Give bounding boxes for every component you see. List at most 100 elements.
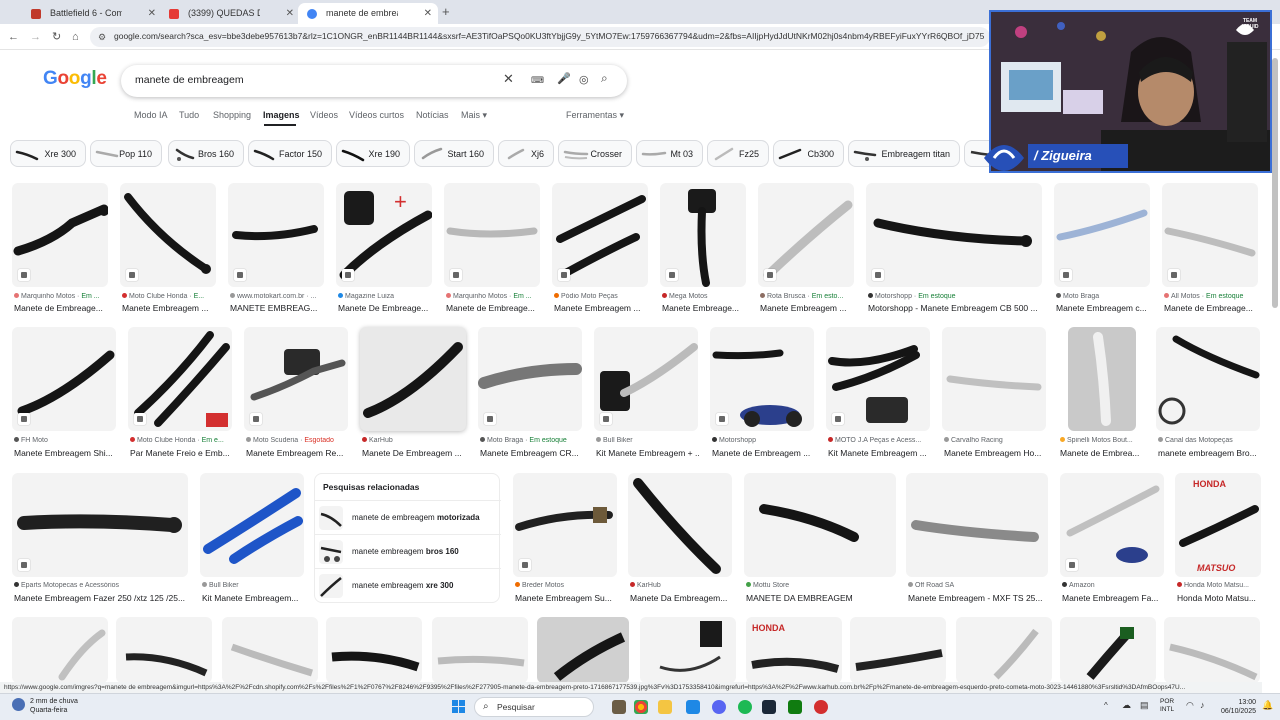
network-icon[interactable]: ▤ — [1140, 700, 1149, 711]
result-image[interactable] — [128, 327, 232, 431]
result-caption[interactable]: Kit Manete Embreagem ... — [828, 448, 932, 458]
filter-mais[interactable]: Mais ▾ — [461, 110, 487, 121]
result-source[interactable]: Honda Moto Matsu... — [1177, 582, 1263, 589]
result-caption[interactable]: Manete De Embreage... — [338, 303, 434, 313]
result-image[interactable] — [906, 473, 1048, 577]
result-caption[interactable]: Manete Da Embreagem... — [630, 593, 734, 603]
search-box[interactable]: manete de embreagem ✕ ⌨ 🎤 ◎ ⌕ — [121, 65, 627, 97]
result-source[interactable]: Mega Motos — [662, 293, 752, 300]
related-search-item[interactable]: manete de embreagem motorizada — [315, 500, 501, 534]
result-image[interactable]: HONDA MATSUO — [1175, 473, 1261, 577]
chip-embreagem-titan[interactable]: Embreagem titan — [848, 140, 960, 167]
result-caption[interactable]: Manete Embreagem c... — [1056, 303, 1152, 313]
chip-cb300[interactable]: Cb300 — [773, 140, 844, 167]
result-caption[interactable]: Manete Embreagem Su... — [515, 593, 619, 603]
recording-app-icon[interactable] — [814, 700, 828, 714]
chip-mt-03[interactable]: Mt 03 — [636, 140, 703, 167]
result-caption[interactable]: Manete de Embreage... — [14, 303, 114, 313]
result-image[interactable] — [942, 327, 1046, 431]
volume-icon[interactable]: ♪ — [1200, 700, 1205, 710]
result-caption[interactable]: Manete Embreagem Re... — [246, 448, 350, 458]
result-source[interactable]: Moto Braga — [1056, 293, 1152, 300]
store-icon[interactable] — [686, 700, 700, 714]
result-source[interactable]: FH Moto — [14, 437, 118, 444]
chrome-icon[interactable] — [634, 700, 648, 714]
result-caption[interactable]: Manete Embreagem Ho... — [944, 448, 1048, 458]
filter-videos[interactable]: Vídeos — [310, 110, 338, 120]
result-source[interactable]: Motorshopp · Em estoque — [868, 293, 1044, 300]
result-caption[interactable]: MANETE EMBREAG... — [230, 303, 326, 313]
result-source[interactable]: Marquinho Motos · Em ... — [446, 293, 542, 300]
result-caption[interactable]: Par Manete Freio e Emb... — [130, 448, 234, 458]
result-caption[interactable]: Manete Embreagem CR... — [480, 448, 584, 458]
chip-fz25[interactable]: Fz25 — [707, 140, 769, 167]
result-image[interactable] — [758, 183, 854, 287]
result-source[interactable]: KarHub — [630, 582, 734, 589]
chip-xre-300[interactable]: Xre 300 — [10, 140, 86, 167]
result-source[interactable]: Moto Clube Honda · Em e... — [130, 437, 234, 444]
wifi-icon[interactable]: ◠ — [1186, 700, 1194, 711]
filter-videos-curtos[interactable]: Vídeos curtos — [349, 110, 404, 120]
chip-factor-150[interactable]: Factor 150 — [248, 140, 332, 167]
result-source[interactable]: www.motokart.com.br · ... — [230, 293, 326, 300]
result-source[interactable]: Amazon — [1062, 582, 1166, 589]
result-caption[interactable]: Manete Embreage... — [662, 303, 752, 313]
result-image[interactable] — [1068, 327, 1136, 431]
result-image[interactable] — [1060, 617, 1156, 683]
result-image[interactable] — [432, 617, 528, 683]
result-image[interactable] — [850, 617, 946, 683]
close-icon[interactable]: ✕ — [424, 3, 432, 24]
home-icon[interactable]: ⌂ — [72, 30, 79, 44]
result-image[interactable] — [120, 183, 216, 287]
forward-icon[interactable]: → — [30, 30, 41, 44]
result-image[interactable] — [12, 183, 108, 287]
result-caption[interactable]: MANETE DA EMBREAGEM — [746, 593, 896, 603]
chip-crosser[interactable]: Crosser — [558, 140, 632, 167]
weather-widget[interactable]: 2 mm de chuva Quarta-feira — [12, 697, 78, 715]
result-image[interactable] — [1060, 473, 1164, 577]
result-source[interactable]: Bull Biker — [596, 437, 700, 444]
lens-icon[interactable]: ◎ — [579, 73, 589, 86]
result-image[interactable] — [1162, 183, 1258, 287]
filter-ferramentas[interactable]: Ferramentas ▾ — [566, 110, 624, 121]
clear-icon[interactable]: ✕ — [503, 71, 514, 87]
chip-xre-190[interactable]: Xre 190 — [336, 140, 410, 167]
result-image[interactable] — [326, 617, 422, 683]
spotify-icon[interactable] — [738, 700, 752, 714]
result-source[interactable]: Pódio Moto Peças — [554, 293, 650, 300]
windows-start-icon[interactable] — [452, 700, 465, 713]
reload-icon[interactable]: ↻ — [52, 30, 61, 44]
result-image[interactable] — [628, 473, 732, 577]
search-input[interactable]: manete de embreagem — [135, 74, 244, 86]
page-scrollbar[interactable] — [1272, 58, 1278, 308]
result-image[interactable] — [640, 617, 736, 683]
result-caption[interactable]: Manete Embreagem Shi... — [14, 448, 118, 458]
result-image[interactable] — [660, 183, 746, 287]
result-image[interactable] — [866, 183, 1042, 287]
result-image[interactable] — [1156, 327, 1260, 431]
result-caption[interactable]: Motorshopp - Manete Embreagem CB 500 ... — [868, 303, 1044, 313]
result-source[interactable]: Marquinho Motos · Em ... — [14, 293, 114, 300]
chip-xj6[interactable]: Xj6 — [498, 140, 554, 167]
result-source[interactable]: KarHub — [362, 437, 466, 444]
filter-modo-ia[interactable]: Modo IA — [134, 110, 168, 120]
back-icon[interactable]: ← — [8, 30, 19, 44]
result-caption[interactable]: Kit Manete Embreagem + ... — [596, 448, 700, 458]
result-image[interactable] — [116, 617, 212, 683]
result-caption[interactable]: Manete Embreagem ... — [554, 303, 650, 313]
result-source[interactable]: Breder Motos — [515, 582, 619, 589]
result-caption[interactable]: Manete de Embrea... — [1060, 448, 1144, 458]
result-image[interactable] — [513, 473, 617, 577]
system-clock[interactable]: 13:00 06/10/2025 — [1216, 698, 1256, 716]
result-image-hovered[interactable] — [360, 327, 466, 431]
filter-shopping[interactable]: Shopping — [213, 110, 251, 120]
result-source[interactable]: Magazine Luiza — [338, 293, 434, 300]
result-caption[interactable]: Manete Embreagem ... — [760, 303, 856, 313]
result-image[interactable] — [478, 327, 582, 431]
language-indicator[interactable]: POR INTL — [1160, 698, 1174, 714]
result-source[interactable]: MOTO J.A Peças e Acess... — [828, 437, 932, 444]
filter-noticias[interactable]: Notícias — [416, 110, 449, 120]
result-caption[interactable]: Manete De Embreagem ... — [362, 448, 466, 458]
result-image[interactable] — [222, 617, 318, 683]
result-caption[interactable]: Manete de Embreage... — [446, 303, 542, 313]
